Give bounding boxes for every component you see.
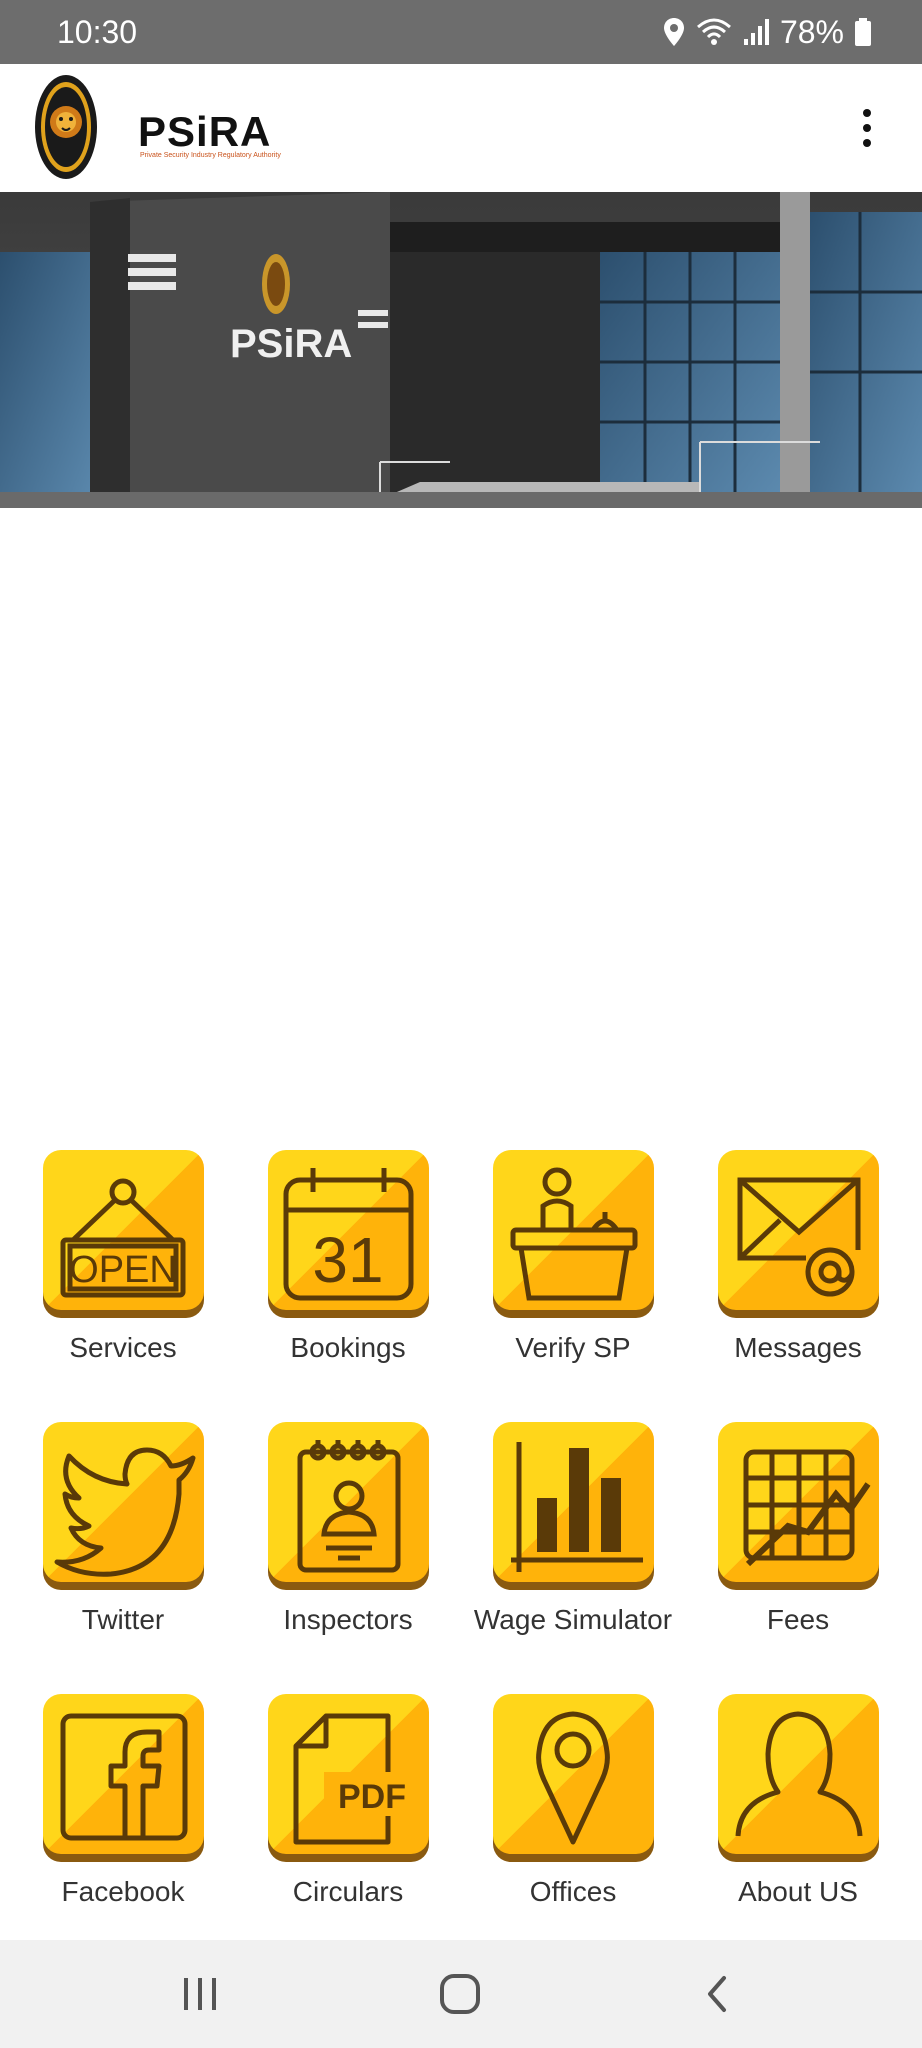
open-sign-icon: OPEN	[60, 1178, 185, 1298]
battery-icon	[854, 17, 872, 47]
svg-text:OPEN: OPEN	[69, 1249, 177, 1291]
status-icons: 78%	[662, 12, 872, 52]
back-icon[interactable]	[698, 1970, 738, 2023]
tile-label: Services	[69, 1332, 177, 1363]
tile-label: Twitter	[81, 1604, 165, 1635]
tile-label: Offices	[529, 1876, 617, 1907]
tile-label: Wage Simulator	[473, 1604, 673, 1635]
tile-about-us[interactable]: About US	[698, 1694, 898, 1908]
system-nav-bar	[0, 1940, 922, 2048]
more-vert-icon[interactable]	[842, 100, 892, 156]
home-icon[interactable]	[436, 1970, 484, 2023]
tile-twitter[interactable]: Twitter	[23, 1422, 223, 1636]
signal-icon	[742, 17, 770, 47]
tile-services[interactable]: OPEN Services	[23, 1150, 223, 1364]
email-icon	[737, 1177, 860, 1297]
svg-text:PDF: PDF	[338, 1778, 406, 1816]
tile-inspectors[interactable]: Inspectors	[248, 1422, 448, 1636]
battery-text: 78%	[779, 13, 844, 50]
logo-subtitle: Private Security Industry Regulatory Aut…	[140, 152, 281, 159]
tile-label: Circulars	[292, 1876, 404, 1907]
recent-apps-icon[interactable]	[178, 1970, 224, 2023]
lion-shield-icon	[35, 75, 97, 179]
tile-verify-sp[interactable]: Verify SP	[473, 1150, 673, 1364]
tile-fees[interactable]: Fees	[698, 1422, 898, 1636]
location-icon	[662, 17, 686, 47]
hero-building-image: PSiRA	[0, 192, 922, 508]
logo-wordmark: PSiRA	[138, 108, 272, 155]
hero-sign-text: PSiRA	[230, 322, 352, 366]
tile-offices[interactable]: Offices	[473, 1694, 673, 1908]
tile-label: Messages	[734, 1332, 862, 1363]
calendar-icon: 31	[283, 1168, 413, 1301]
tile-label: Fees	[766, 1604, 830, 1635]
svg-text:31: 31	[312, 1224, 383, 1296]
tile-label: Bookings	[290, 1332, 406, 1363]
facebook-icon	[60, 1713, 187, 1841]
pdf-document-icon: PDF	[293, 1713, 424, 1845]
tile-label: Verify SP	[515, 1332, 631, 1363]
twitter-bird-icon	[54, 1447, 195, 1577]
tile-label: Inspectors	[283, 1604, 413, 1635]
psira-logo[interactable]: PSiRA Private Security Industry Regulato…	[32, 72, 281, 182]
reception-desk-icon	[510, 1167, 637, 1301]
status-time: 10:30	[57, 14, 138, 50]
tile-facebook[interactable]: Facebook	[23, 1694, 223, 1908]
map-pin-icon	[535, 1711, 610, 1845]
tile-circulars[interactable]: PDF Circulars	[248, 1694, 448, 1908]
status-bar: 10:30 78%	[0, 0, 922, 64]
graph-paper-icon	[743, 1449, 870, 1567]
id-badge-icon	[297, 1440, 400, 1573]
tile-messages[interactable]: Messages	[698, 1150, 898, 1364]
person-icon	[735, 1711, 862, 1837]
tile-label: Facebook	[61, 1876, 185, 1907]
wifi-icon	[696, 17, 732, 47]
tile-bookings[interactable]: 31 Bookings	[248, 1150, 448, 1364]
tile-wage-simulator[interactable]: Wage Simulator	[473, 1422, 673, 1636]
bar-chart-icon	[510, 1442, 643, 1572]
tile-label: About US	[738, 1876, 858, 1907]
app-bar: PSiRA Private Security Industry Regulato…	[0, 64, 922, 192]
